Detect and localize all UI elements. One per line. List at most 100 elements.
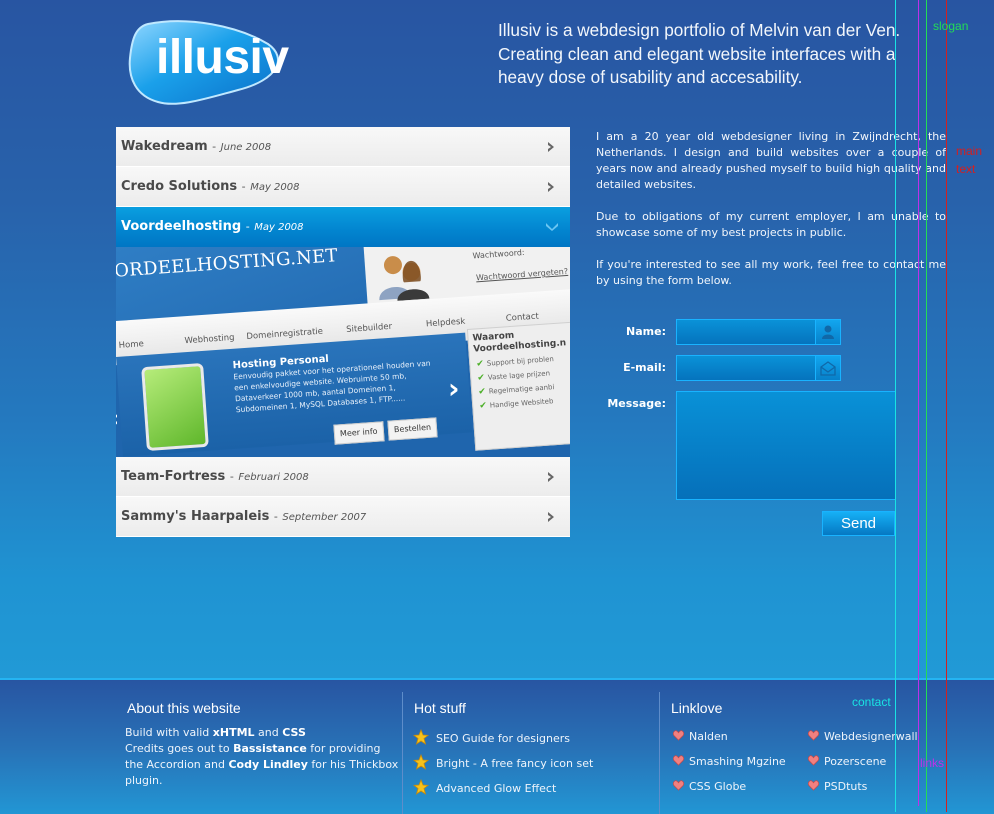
envelope-icon — [820, 361, 836, 376]
star-icon — [413, 779, 429, 795]
link-pozerscene[interactable]: Pozerscene — [808, 755, 886, 768]
accordion-item-title: Team-Fortress — [121, 469, 226, 484]
accordion-item-voordeelhosting[interactable]: Voordeelhosting - May 2008 — [116, 207, 570, 247]
email-input[interactable] — [677, 356, 817, 380]
guide-line-cyan — [895, 0, 896, 812]
hot-item-label: SEO Guide for designers — [436, 732, 571, 745]
users-icon — [379, 256, 430, 301]
accordion-item-credo-solutions[interactable]: Credo Solutions - May 2008 — [116, 167, 570, 207]
preview-order-button: Bestellen — [387, 417, 438, 441]
chevron-right-icon — [548, 472, 554, 482]
separator: - — [273, 510, 278, 523]
intro-text: I am a 20 year old webdesigner living in… — [596, 129, 946, 305]
heart-icon — [808, 730, 819, 741]
name-label: Name: — [626, 325, 666, 338]
accordion-item-date: May 2008 — [254, 222, 304, 233]
preview-nav-item: Domeinregistratie — [246, 326, 324, 342]
separator: - — [245, 220, 250, 233]
footer-about-heading: About this website — [127, 700, 241, 716]
about-text: Build with valid — [125, 726, 213, 739]
link-label: Webdesignerwall — [824, 730, 918, 743]
footer-divider — [659, 692, 660, 814]
footer-hot-heading: Hot stuff — [414, 700, 466, 716]
guide-label-slogan: slogan — [933, 19, 969, 33]
credit-cody-lindley: Cody Lindley — [228, 758, 308, 771]
link-label: Nalden — [689, 730, 728, 743]
accordion-item-title-group: Credo Solutions - May 2008 — [121, 179, 300, 194]
hot-item-glow-effect[interactable]: Advanced Glow Effect — [413, 779, 556, 795]
link-psdtuts[interactable]: PSDtuts — [808, 780, 867, 793]
project-preview-image[interactable]: ORDEELHOSTING.NET Wachtwoord: Wachtwoord… — [116, 247, 570, 457]
preview-more-info-button: Meer info — [333, 421, 385, 445]
accordion-item-title: Wakedream — [121, 139, 208, 154]
name-field[interactable] — [676, 319, 841, 345]
preview-nav-item: Helpdesk — [425, 316, 466, 330]
about-bold: CSS — [282, 726, 306, 739]
link-label: PSDtuts — [824, 780, 868, 793]
hot-item-bright-icons[interactable]: Bright - A free fancy icon set — [413, 754, 593, 770]
email-field[interactable] — [676, 355, 841, 381]
link-nalden[interactable]: Nalden — [673, 730, 728, 743]
separator: - — [241, 180, 246, 193]
hot-item-label: Bright - A free fancy icon set — [436, 757, 594, 770]
chevron-down-icon — [546, 223, 558, 231]
guide-label-main: main — [956, 144, 983, 158]
preview-check-text: Support bij problen — [486, 355, 555, 368]
preview-check-item: ✔ Vaste lage prijzen — [477, 368, 550, 383]
name-icon-box — [815, 320, 840, 344]
link-css-globe[interactable]: CSS Globe — [673, 780, 746, 793]
preview-check-text: Regelmatige aanbi — [488, 383, 555, 396]
link-label: Smashing Mgzine — [689, 755, 786, 768]
guide-line-red — [946, 0, 947, 812]
credit-bassistance: Bassistance — [233, 742, 307, 755]
check-icon: ✔ — [478, 400, 488, 412]
accordion-item-title-group: Sammy's Haarpaleis - September 2007 — [121, 509, 366, 524]
preview-nav-item: Contact — [505, 311, 540, 324]
chevron-right-icon — [548, 142, 554, 152]
send-button[interactable]: Send — [822, 511, 895, 536]
link-webdesignerwall[interactable]: Webdesignerwall — [808, 730, 918, 743]
message-textarea[interactable] — [676, 391, 896, 500]
intro-paragraph: If you're interested to see all my work,… — [596, 258, 946, 287]
about-text: and — [254, 726, 283, 739]
preview-password-label: Wachtwoord: — [472, 247, 525, 261]
about-text: Credits goes out to — [125, 742, 234, 755]
check-icon: ✔ — [477, 372, 486, 384]
link-label: Pozerscene — [824, 755, 887, 768]
footer-divider — [402, 692, 403, 814]
logo[interactable]: illusiv — [128, 18, 308, 106]
message-label: Message: — [607, 397, 666, 410]
guide-line-green — [926, 0, 927, 812]
heart-icon — [673, 755, 684, 766]
preview-nav-item: Webhosting — [184, 332, 235, 347]
preview-why-title: Waarom Voordeelhosting.n — [472, 330, 567, 355]
preview-check-item: ✔ Handige Websiteb — [479, 396, 554, 411]
guide-label-contact: contact — [852, 695, 891, 709]
footer-about-text: Build with valid xHTML and CSS Credits g… — [125, 725, 400, 789]
star-icon — [413, 754, 429, 770]
check-icon: ✔ — [476, 358, 485, 370]
intro-paragraph: I am a 20 year old webdesigner living in… — [596, 130, 946, 191]
about-bold: xHTML — [212, 726, 255, 739]
accordion-item-wakedream[interactable]: Wakedream - June 2008 — [116, 127, 570, 167]
hot-item-label: Advanced Glow Effect — [436, 782, 557, 795]
accordion-item-title: Voordeelhosting — [121, 219, 242, 234]
preview-check-item: ✔ Support bij problen — [476, 354, 554, 369]
preview-prev-arrow-icon: ‹ — [116, 407, 119, 432]
separator: - — [229, 470, 234, 483]
footer: About this website Build with valid xHTM… — [0, 678, 994, 814]
guide-label-text: text — [956, 162, 976, 176]
guide-line-magenta — [918, 0, 919, 806]
logo-text: illusiv — [156, 31, 289, 84]
name-input[interactable] — [677, 320, 817, 344]
accordion-item-sammys-haarpaleis[interactable]: Sammy's Haarpaleis - September 2007 — [116, 497, 570, 537]
accordion-item-title-group: Team-Fortress - Februari 2008 — [121, 469, 309, 484]
accordion-item-title-group: Voordeelhosting - May 2008 — [121, 219, 304, 234]
user-icon — [822, 325, 834, 339]
accordion-item-date: Februari 2008 — [238, 472, 309, 483]
link-smashing-magazine[interactable]: Smashing Mgzine — [673, 755, 786, 768]
intro-paragraph: Due to obligations of my current employe… — [596, 210, 946, 239]
chevron-right-icon — [548, 512, 554, 522]
hot-item-seo-guide[interactable]: SEO Guide for designers — [413, 729, 570, 745]
accordion-item-team-fortress[interactable]: Team-Fortress - Februari 2008 — [116, 457, 570, 497]
